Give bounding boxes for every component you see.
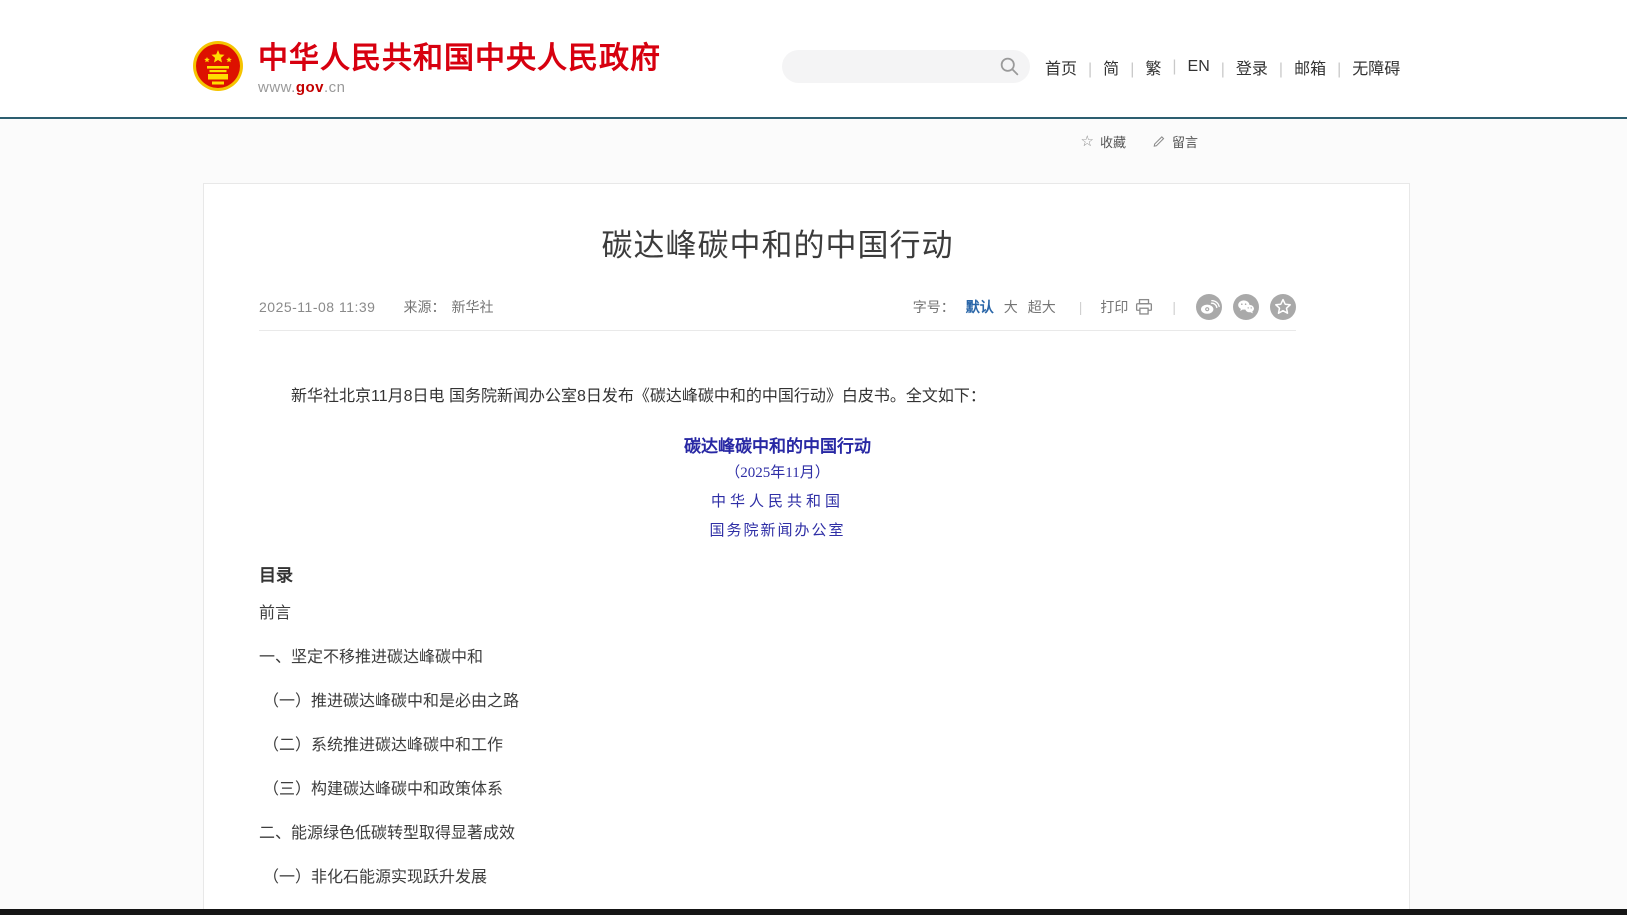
toc-item-1-1: （一）推进碳达峰碳中和是必由之路 (259, 692, 1296, 712)
site-header: 中华人民共和国中央人民政府 www.gov.cn 首页 简 繁 EN 登录 邮箱… (0, 0, 1627, 117)
url-cn: .cn (324, 79, 346, 96)
nav-accessibility[interactable]: 无障碍 (1326, 55, 1400, 79)
url-gov: gov (296, 79, 324, 96)
separator: | (1079, 299, 1083, 315)
font-size-default[interactable]: 默认 (966, 297, 994, 317)
doc-date: （2025年11月） (259, 461, 1296, 482)
article-card: 碳达峰碳中和的中国行动 2025-11-08 11:39 来源： 新华社 字号：… (203, 183, 1410, 915)
search-icon[interactable] (999, 56, 1020, 77)
toc-item-1-3: （三）构建碳达峰碳中和政策体系 (259, 780, 1296, 800)
site-url: www.gov.cn (258, 79, 661, 96)
lead-paragraph: 新华社北京11月8日电 国务院新闻办公室8日发布《碳达峰碳中和的中国行动》白皮书… (259, 384, 1296, 410)
bottom-strip (0, 909, 1627, 915)
action-row: ☆ 收藏 留言 (0, 131, 1198, 151)
meta-divider (259, 330, 1296, 331)
top-nav: 首页 简 繁 EN 登录 邮箱 无障碍 (1045, 55, 1400, 79)
site-title: 中华人民共和国中央人民政府 (258, 42, 661, 76)
doc-org-line1: 中华人民共和国 (259, 490, 1296, 511)
brand-text: 中华人民共和国中央人民政府 www.gov.cn (258, 38, 661, 96)
star-icon: ☆ (1081, 134, 1094, 149)
nav-home[interactable]: 首页 (1045, 55, 1077, 79)
source-label: 来源： (403, 297, 445, 317)
page: 中华人民共和国中央人民政府 www.gov.cn 首页 简 繁 EN 登录 邮箱… (0, 0, 1627, 915)
nav-simplified[interactable]: 简 (1077, 55, 1119, 79)
weibo-share-icon[interactable] (1196, 294, 1222, 320)
toc-list: 前言 一、坚定不移推进碳达峰碳中和 （一）推进碳达峰碳中和是必由之路 （二）系统… (259, 604, 1296, 912)
nav-english[interactable]: EN (1161, 58, 1209, 76)
pen-icon (1152, 134, 1166, 148)
font-size-xlarge[interactable]: 超大 (1028, 297, 1056, 317)
header-divider (0, 117, 1627, 119)
doc-org-line2: 国务院新闻办公室 (259, 519, 1296, 540)
toc-item-2-1: （一）非化石能源实现跃升发展 (259, 868, 1296, 888)
article-title: 碳达峰碳中和的中国行动 (259, 220, 1296, 265)
printer-icon (1134, 298, 1154, 316)
source-value[interactable]: 新华社 (451, 297, 493, 317)
favorite-button[interactable]: ☆ 收藏 (1081, 132, 1126, 151)
toc-heading: 目录 (259, 561, 1296, 586)
share-icons (1196, 294, 1296, 320)
wechat-share-icon[interactable] (1233, 294, 1259, 320)
toc-item-2: 二、能源绿色低碳转型取得显著成效 (259, 824, 1296, 844)
comment-button[interactable]: 留言 (1152, 132, 1198, 151)
nav-traditional[interactable]: 繁 (1119, 55, 1161, 79)
doc-title: 碳达峰碳中和的中国行动 (259, 432, 1296, 457)
favorite-share-icon[interactable] (1270, 294, 1296, 320)
nav-mail[interactable]: 邮箱 (1268, 55, 1326, 79)
search-box (782, 50, 1030, 83)
toc-item-1: 一、坚定不移推进碳达峰碳中和 (259, 648, 1296, 668)
url-www: www. (258, 79, 296, 96)
national-emblem-icon (192, 38, 244, 94)
favorite-label: 收藏 (1100, 132, 1126, 151)
font-size-label: 字号： (913, 297, 955, 317)
article-meta-row: 2025-11-08 11:39 来源： 新华社 字号： 默认 大 超大 | 打… (259, 296, 1296, 318)
toc-item-1-2: （二）系统推进碳达峰碳中和工作 (259, 736, 1296, 756)
article-date: 2025-11-08 11:39 (259, 299, 375, 315)
article-tools: 字号： 默认 大 超大 | 打印 | (913, 294, 1296, 320)
nav-login[interactable]: 登录 (1210, 55, 1268, 79)
print-label: 打印 (1100, 297, 1128, 317)
toc-item-preface: 前言 (259, 604, 1296, 624)
print-button[interactable]: 打印 (1100, 297, 1154, 317)
font-size-large[interactable]: 大 (1004, 297, 1018, 317)
search-input[interactable] (798, 50, 988, 83)
separator: | (1172, 299, 1176, 315)
comment-label: 留言 (1172, 132, 1198, 151)
site-logo[interactable]: 中华人民共和国中央人民政府 www.gov.cn (192, 38, 661, 96)
